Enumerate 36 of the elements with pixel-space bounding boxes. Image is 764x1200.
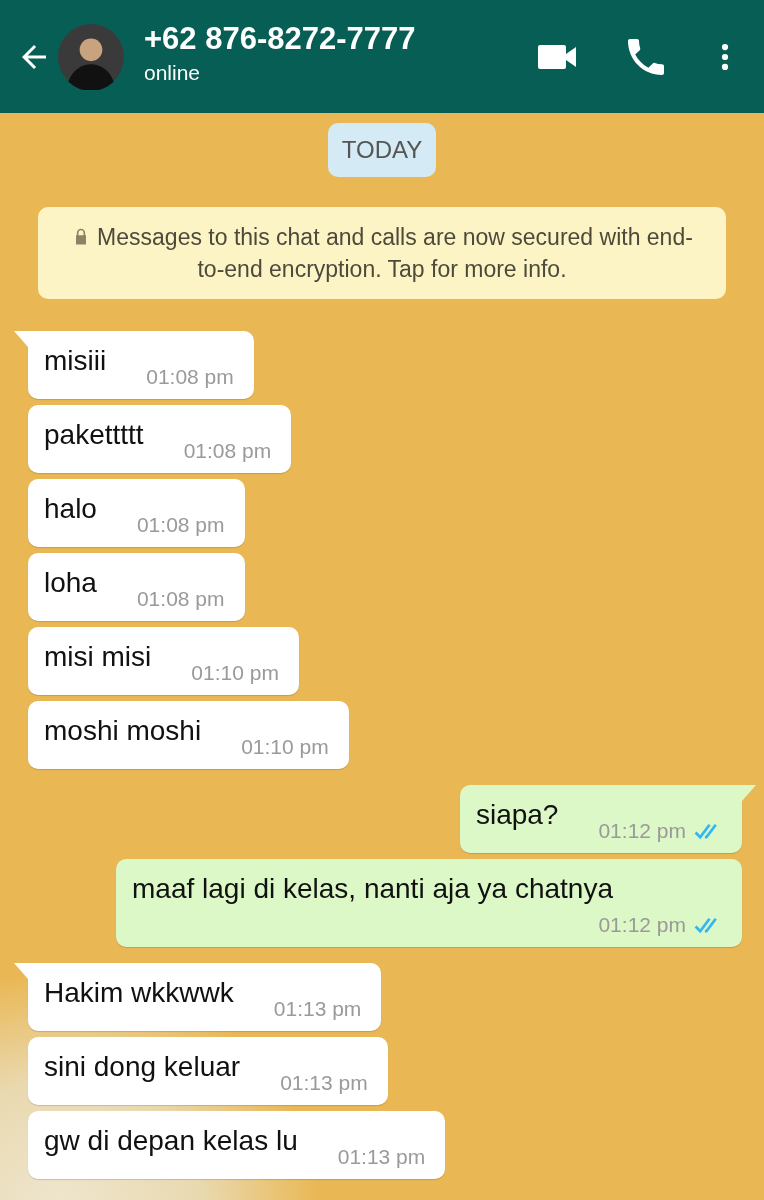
encryption-notice[interactable]: Messages to this chat and calls are now secured with end-to-end encryption. Tap for more info. [38, 207, 726, 299]
message-time: 01:12 pm [598, 819, 686, 843]
date-chip: TODAY [327, 123, 437, 177]
message-text: misiii [44, 345, 107, 377]
message-text: siapa? [475, 799, 559, 831]
message-bubble[interactable]: maaf lagi di kelas, nanti aja ya chatnya 01:12 pm [116, 859, 742, 947]
message-time: 01:10 pm [241, 735, 329, 759]
message-text: maaf lagi di kelas, nanti aja ya chatnya [132, 873, 613, 905]
message-text: Hakim wkkwwk [44, 977, 234, 1009]
message-bubble[interactable]: loha 01:08 pm [28, 553, 245, 621]
message-text: pakettttt [44, 419, 144, 451]
message-text: sini dong keluar [44, 1051, 241, 1083]
avatar-icon[interactable] [58, 23, 124, 90]
message-time: 01:13 pm [273, 997, 362, 1021]
message-time: 01:08 pm [146, 365, 234, 389]
message-bubble[interactable]: halo 01:08 pm [28, 479, 245, 547]
message-text: gw di depan kelas lu [44, 1125, 298, 1157]
message-text: halo [44, 493, 97, 525]
message-bubble[interactable]: sini dong keluar 01:13 pm [28, 1037, 388, 1105]
contact-name[interactable]: +62 876-8272-7777 [144, 20, 494, 57]
contact-status: online [144, 60, 202, 85]
message-text: loha [44, 567, 97, 599]
message-time: 01:10 pm [191, 661, 279, 685]
message-time: 01:08 pm [136, 513, 225, 537]
message-time: 01:13 pm [280, 1071, 368, 1095]
message-bubble[interactable]: pakettttt 01:08 pm [28, 405, 292, 473]
encryption-text: Messages to this chat and calls are now secured with end-to-end encryption. Tap for more info. [97, 224, 693, 282]
message-time: 01:13 pm [337, 1145, 426, 1169]
message-bubble[interactable]: gw di depan kelas lu 01:13 pm [28, 1111, 446, 1179]
message-time: 01:12 pm [598, 913, 686, 937]
message-text: misi misi [44, 641, 152, 673]
message-text: moshi moshi [44, 715, 202, 747]
message-bubble[interactable]: moshi moshi 01:10 pm [28, 701, 349, 769]
message-time: 01:08 pm [136, 587, 225, 611]
message-time: 01:08 pm [183, 439, 272, 463]
message-bubble[interactable]: misi misi 01:10 pm [28, 627, 299, 695]
